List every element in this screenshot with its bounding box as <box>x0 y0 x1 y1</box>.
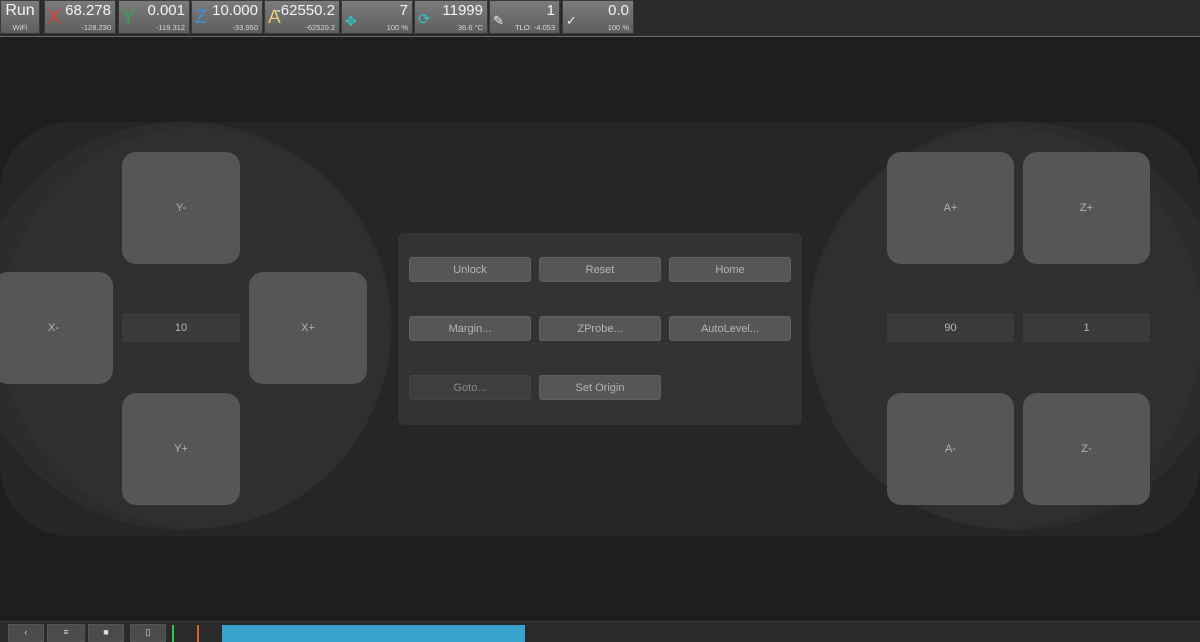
tool-value: 1 <box>546 2 555 19</box>
job-progress-bar <box>222 625 525 642</box>
status-led-green <box>172 625 174 642</box>
xy-step-size[interactable]: 10 <box>122 313 240 342</box>
back-icon[interactable]: ‹ <box>8 624 44 642</box>
connection-label: WiFi <box>12 23 28 32</box>
y-axis-letter: Y <box>122 7 135 28</box>
command-panel: Unlock Reset Home Margin... ZProbe... Au… <box>398 233 802 425</box>
feed-value: 7 <box>399 2 408 19</box>
spindle-rotate-icon: ⟳ <box>418 11 431 28</box>
jog-y-minus-button[interactable]: Y- <box>122 152 240 264</box>
tool-change-icon: ✎ <box>493 13 504 28</box>
jog-x-minus-button[interactable]: X- <box>0 272 113 384</box>
feed-readout[interactable]: ✥ 7 100 % <box>341 0 413 34</box>
x-machine-position: -128.230 <box>81 23 111 32</box>
state-label: Run <box>5 2 35 19</box>
a-axis-readout[interactable]: A -62550.2 -62520.2 <box>264 0 340 34</box>
machine-state[interactable]: Run WiFi <box>0 0 40 34</box>
spindle-readout[interactable]: ⟳ 11999 36.6 °C <box>414 0 488 34</box>
a-work-position: -62550.2 <box>275 2 335 19</box>
menu-icon[interactable]: ≡ <box>47 624 85 642</box>
jog-y-plus-button[interactable]: Y+ <box>122 393 240 505</box>
jog-x-plus-button[interactable]: X+ <box>249 272 367 384</box>
z-machine-position: -33.950 <box>232 23 258 32</box>
laser-percent: 100 % <box>607 23 629 32</box>
jog-a-minus-button[interactable]: A- <box>887 393 1014 505</box>
jog-a-plus-button[interactable]: A+ <box>887 152 1014 264</box>
a-machine-position: -62520.2 <box>305 23 335 32</box>
z-axis-readout[interactable]: Z 10.000 -33.950 <box>191 0 263 34</box>
reset-button[interactable]: Reset <box>539 257 661 282</box>
y-axis-readout[interactable]: Y 0.001 -119.312 <box>118 0 190 34</box>
status-bar: Run WiFi X 68.278 -128.230 Y 0.001 -119.… <box>0 0 1200 37</box>
x-axis-readout[interactable]: X 68.278 -128.230 <box>44 0 116 34</box>
x-axis-letter: X <box>48 7 61 28</box>
feed-percent: 100 % <box>386 23 408 32</box>
zprobe-button[interactable]: ZProbe... <box>539 316 661 341</box>
x-work-position: 68.278 <box>65 2 111 19</box>
laser-value: 0.0 <box>608 2 629 19</box>
y-machine-position: -119.312 <box>155 23 185 32</box>
jog-z-plus-button[interactable]: Z+ <box>1023 152 1150 264</box>
autolevel-button[interactable]: AutoLevel... <box>669 316 791 341</box>
spindle-temp: 36.6 °C <box>457 23 483 32</box>
a-step-size[interactable]: 90 <box>887 313 1014 342</box>
set-origin-button[interactable]: Set Origin <box>539 375 661 400</box>
crosshair-move-icon: ✥ <box>345 13 357 29</box>
z-work-position: 10.000 <box>212 2 258 19</box>
unlock-button[interactable]: Unlock <box>409 257 531 282</box>
z-step-size[interactable]: 1 <box>1023 313 1150 342</box>
stop-icon[interactable]: ■ <box>88 624 124 642</box>
tool-readout[interactable]: ✎ 1 TLO: -4.053 <box>489 0 560 34</box>
file-icon[interactable]: ▯ <box>130 624 166 642</box>
margin-button[interactable]: Margin... <box>409 316 531 341</box>
laser-readout[interactable]: ✓ 0.0 100 % <box>562 0 634 34</box>
spindle-value: 11999 <box>442 2 483 19</box>
z-axis-letter: Z <box>195 7 207 28</box>
laser-pen-icon: ✓ <box>566 13 577 28</box>
home-button[interactable]: Home <box>669 257 791 282</box>
jog-z-minus-button[interactable]: Z- <box>1023 393 1150 505</box>
y-work-position: 0.001 <box>147 2 185 19</box>
tool-length-offset: TLO: -4.053 <box>514 23 555 32</box>
goto-button[interactable]: Goto... <box>409 375 531 400</box>
status-led-red <box>197 625 199 642</box>
bottom-toolbar: ‹ ≡ ■ ▯ <box>0 621 1200 642</box>
